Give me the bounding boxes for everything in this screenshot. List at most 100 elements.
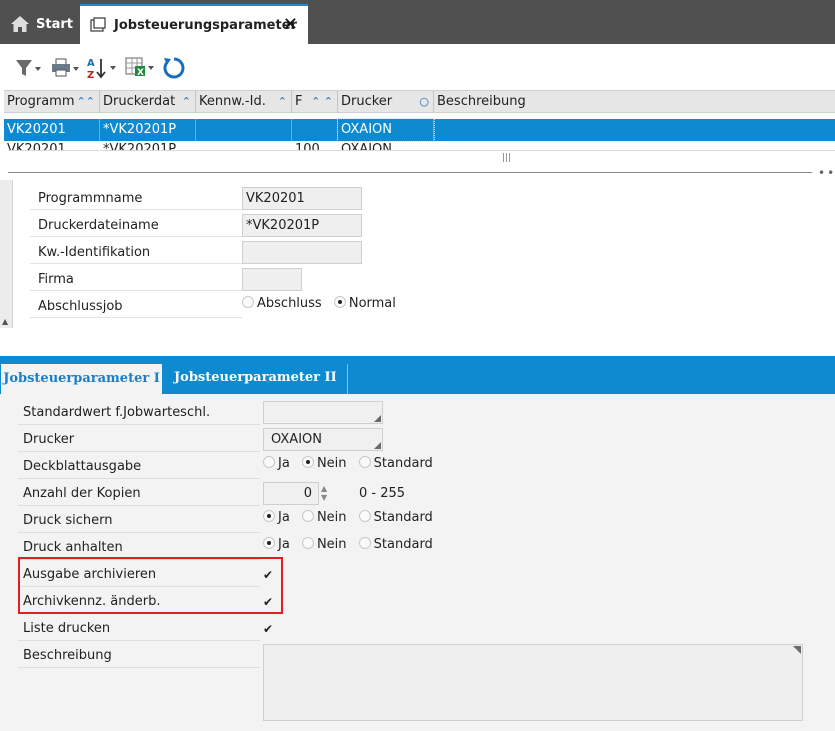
- radio-icon: [301, 537, 314, 549]
- label-anzahl-kopien: Anzahl der Kopien: [23, 486, 141, 501]
- divider: [30, 317, 242, 318]
- radio-selected-icon: [263, 510, 275, 522]
- divider: [30, 290, 242, 291]
- highlight-box: [18, 557, 283, 614]
- radio-nein[interactable]: Nein: [301, 456, 347, 471]
- svg-text:A: A: [87, 58, 95, 69]
- radio-icon: [301, 510, 314, 522]
- column-druckerdat-label: Druckerdat: [103, 94, 176, 109]
- panel-splitter[interactable]: [8, 172, 812, 173]
- radio-icon: [263, 456, 275, 468]
- beschreibung-textarea[interactable]: [263, 644, 803, 721]
- radio-icon: [358, 510, 371, 522]
- sort-asc-icon: ⌃⌃: [76, 95, 95, 108]
- label-druckerdateiname: Druckerdateiname: [38, 218, 159, 233]
- radio-nein-label: Nein: [316, 456, 347, 471]
- cell-kennw-id: [196, 141, 292, 150]
- column-programm-label: Programm: [7, 94, 75, 109]
- kopien-input[interactable]: 0: [263, 482, 319, 505]
- sort-button[interactable]: A Z: [86, 56, 118, 80]
- divider: [18, 667, 260, 668]
- divider: [18, 505, 260, 506]
- radio-abschluss-label: Abschluss: [257, 296, 322, 311]
- standardwert-dropdown[interactable]: [263, 401, 383, 424]
- cell-drucker: OXAION: [341, 142, 392, 150]
- column-beschreibung[interactable]: Beschreibung: [434, 91, 834, 112]
- radio-standard-label: Standard: [373, 537, 433, 552]
- tab-start[interactable]: Start: [0, 6, 78, 42]
- radio-ja-label: Ja: [278, 510, 290, 525]
- excel-export-icon: X: [125, 57, 154, 78]
- radio-icon: [242, 296, 254, 308]
- tab-jobsteuerparameter-1[interactable]: Jobsteuerparameter I: [1, 364, 162, 394]
- column-kennw-id-label: Kennw.-Id.: [199, 94, 266, 109]
- splitter-handle-icon[interactable]: ••: [818, 166, 835, 180]
- tab-jobsteuerparameter-2[interactable]: Jobsteuerparameter II: [166, 364, 348, 394]
- radio-ja-label: Ja: [278, 456, 290, 471]
- kw-identifikation-field: [242, 241, 362, 264]
- cell-beschreibung: [434, 119, 834, 141]
- radio-ja[interactable]: Ja: [263, 537, 290, 552]
- drucker-value: OXAION: [271, 432, 322, 447]
- firma-field: [242, 268, 302, 291]
- abschlussjob-radio-group: Abschluss Normal: [242, 296, 404, 311]
- dropdown-corner-icon: [374, 415, 381, 422]
- sort-az-icon: A Z: [87, 58, 116, 80]
- radio-icon: [358, 456, 371, 468]
- scroll-up-icon[interactable]: ▲: [2, 317, 8, 326]
- label-kw-identifikation: Kw.-Identifikation: [38, 245, 151, 260]
- column-programm[interactable]: Programm ⌃⌃: [4, 91, 100, 112]
- window-tabbar: Start Jobsteuerungsparameter ✕: [0, 0, 835, 44]
- column-drucker[interactable]: Drucker ○: [338, 91, 434, 112]
- drucker-dropdown[interactable]: OXAION: [263, 428, 383, 451]
- radio-ja[interactable]: Ja: [263, 456, 290, 471]
- tab-jobsteuerungsparameter-label: Jobsteuerungsparameter: [114, 17, 297, 33]
- cell-programm: VK20201: [7, 142, 66, 150]
- scrollbar-grip-icon[interactable]: |||: [502, 153, 511, 163]
- close-icon[interactable]: ✕: [283, 16, 298, 34]
- print-button[interactable]: [50, 56, 80, 80]
- radio-standard[interactable]: Standard: [358, 537, 433, 552]
- liste-drucken-checkbox[interactable]: ✔: [263, 623, 275, 635]
- cell-drucker: OXAION: [337, 118, 435, 142]
- export-excel-button[interactable]: X: [124, 56, 156, 80]
- divider: [30, 263, 242, 264]
- druckerdateiname-field: *VK20201P: [242, 214, 362, 237]
- radio-normal[interactable]: Normal: [333, 296, 396, 311]
- radio-standard[interactable]: Standard: [358, 510, 433, 525]
- column-drucker-label: Drucker: [341, 94, 393, 109]
- tab-jobsteuerungsparameter[interactable]: Jobsteuerungsparameter ✕: [80, 4, 308, 44]
- column-kennw-id[interactable]: Kennw.-Id. ⌃: [196, 91, 292, 112]
- refresh-button[interactable]: [162, 56, 186, 80]
- grid-header: Programm ⌃⌃ Druckerdat ⌃ Kennw.-Id. ⌃ F …: [4, 90, 835, 113]
- column-druckerdat[interactable]: Druckerdat ⌃: [100, 91, 196, 112]
- radio-standard[interactable]: Standard: [358, 456, 433, 471]
- svg-text:Z: Z: [87, 70, 94, 80]
- radio-standard-label: Standard: [373, 510, 433, 525]
- home-icon: [11, 16, 29, 32]
- table-row[interactable]: VK20201 *VK20201P 100 OXAION: [4, 141, 835, 150]
- divider: [18, 424, 260, 425]
- divider: [30, 209, 242, 210]
- toolbar: A Z X: [0, 44, 835, 90]
- radio-ja[interactable]: Ja: [263, 510, 290, 525]
- radio-selected-icon: [333, 296, 346, 308]
- radio-nein[interactable]: Nein: [301, 537, 347, 552]
- cell-druckerdat: *VK20201P: [100, 119, 196, 141]
- sort-icon: ⌃: [181, 95, 191, 108]
- radio-nein[interactable]: Nein: [301, 510, 347, 525]
- radio-icon: [358, 537, 371, 549]
- cell-programm: VK20201: [4, 119, 100, 141]
- stepper-arrows-icon[interactable]: ▲ ▼: [321, 484, 327, 502]
- column-f[interactable]: F ⌃ ⌃: [292, 91, 338, 112]
- cell-kennw-id: [196, 119, 292, 141]
- filter-button[interactable]: [14, 56, 42, 80]
- divider: [18, 451, 260, 452]
- radio-abschluss[interactable]: Abschluss: [242, 296, 322, 311]
- table-row-selected[interactable]: VK20201 *VK20201P OXAION: [4, 118, 835, 142]
- resize-corner-icon: [793, 646, 801, 654]
- divider: [30, 236, 242, 237]
- label-programmname: Programmname: [38, 191, 143, 206]
- radio-selected-icon: [263, 537, 275, 549]
- vertical-scrollbar[interactable]: ▲: [0, 180, 13, 328]
